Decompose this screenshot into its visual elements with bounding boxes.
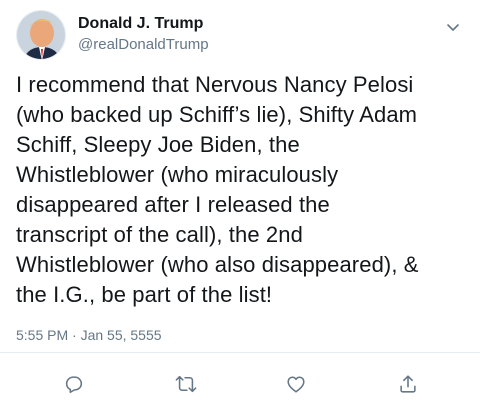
reply-icon [65,376,83,394]
avatar[interactable] [16,10,66,60]
avatar-photo-icon [17,11,65,59]
reply-button[interactable] [58,368,90,400]
retweet-button[interactable] [170,368,202,400]
retweet-icon [175,375,197,393]
tweet-card: Donald J. Trump @realDonaldTrump I recom… [0,0,480,410]
share-button[interactable] [392,368,424,400]
chevron-down-icon[interactable] [444,18,462,36]
tweet-text: I recommend that Nervous Nancy Pelosi (w… [16,72,419,307]
author-handle[interactable]: @realDonaldTrump [78,35,209,55]
tweet-timestamp[interactable]: 5:55 PM · Jan 55, 5555 [16,326,162,344]
author-names: Donald J. Trump @realDonaldTrump [78,14,209,55]
share-icon [400,375,416,393]
divider [0,352,480,353]
tweet-actions [0,368,480,400]
heart-icon [287,376,305,393]
author-display-name[interactable]: Donald J. Trump [78,14,209,34]
tweet-header: Donald J. Trump @realDonaldTrump [16,10,464,64]
like-button[interactable] [280,368,312,400]
